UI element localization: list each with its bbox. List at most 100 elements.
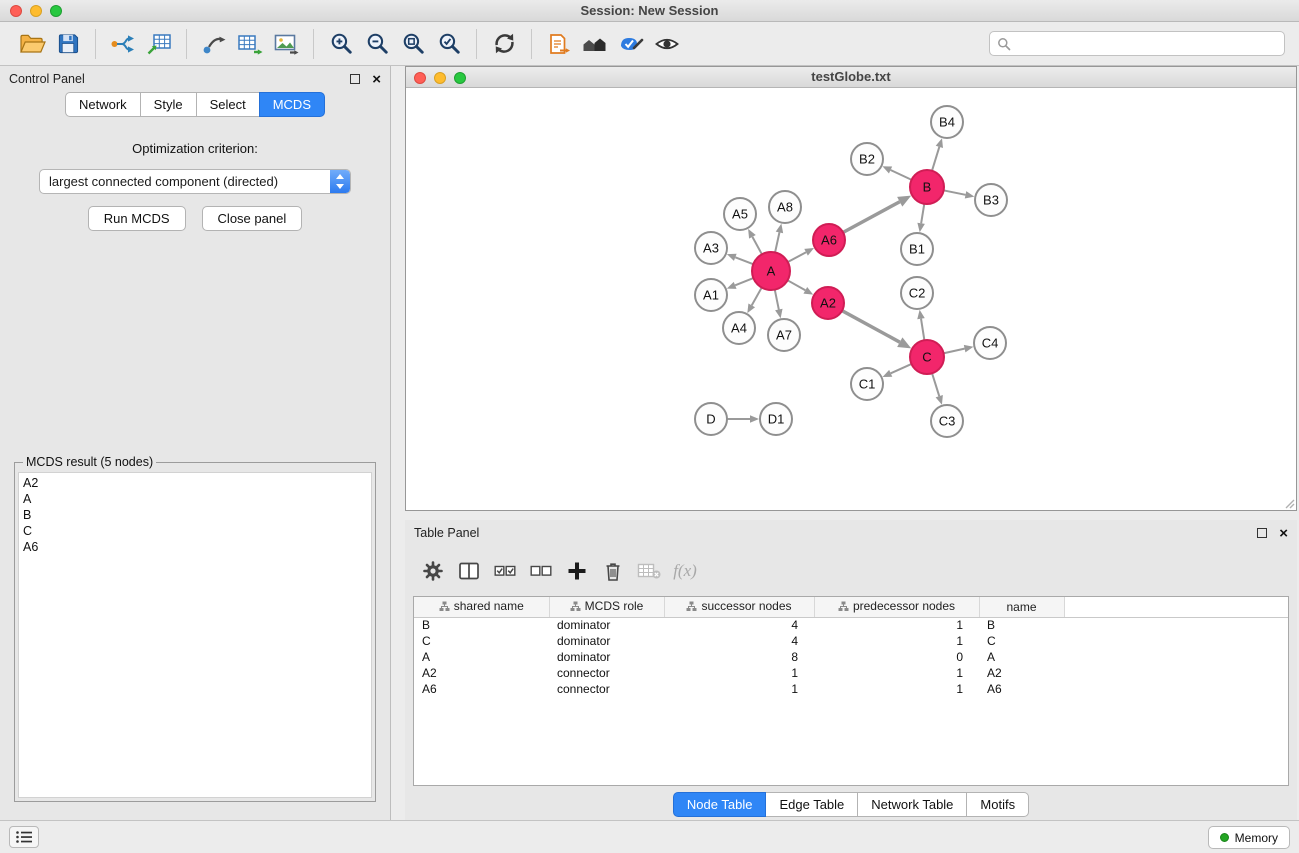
graph-node-A[interactable]: A bbox=[752, 252, 790, 290]
table-cell[interactable]: 8 bbox=[664, 649, 814, 665]
graph-edge[interactable] bbox=[921, 319, 925, 342]
column-header-predecessor-nodes[interactable]: predecessor nodes bbox=[814, 597, 979, 617]
column-header-successor-nodes[interactable]: successor nodes bbox=[664, 597, 814, 617]
graph-node-A3[interactable]: A3 bbox=[695, 232, 727, 264]
open-session-button[interactable] bbox=[14, 26, 50, 62]
refresh-button[interactable] bbox=[486, 26, 522, 62]
mcds-result-item[interactable]: A bbox=[23, 491, 371, 507]
column-header-mcds-role[interactable]: MCDS role bbox=[549, 597, 664, 617]
column-visibility-button[interactable] bbox=[453, 555, 485, 587]
import-table-button[interactable] bbox=[141, 26, 177, 62]
table-cell[interactable]: C bbox=[979, 633, 1064, 649]
status-menu-button[interactable] bbox=[9, 826, 39, 848]
graph-edge[interactable] bbox=[735, 278, 754, 286]
zoom-out-button[interactable] bbox=[359, 26, 395, 62]
table-cell[interactable]: 1 bbox=[664, 681, 814, 697]
criterion-select[interactable]: largest connected component (directed) bbox=[39, 169, 351, 194]
memory-button[interactable]: Memory bbox=[1208, 826, 1290, 849]
graph-edge[interactable] bbox=[932, 147, 940, 172]
table-cell[interactable]: A2 bbox=[979, 665, 1064, 681]
graph-node-A5[interactable]: A5 bbox=[724, 198, 756, 230]
tab-style[interactable]: Style bbox=[140, 92, 197, 117]
search-field[interactable] bbox=[989, 31, 1285, 56]
close-panel-icon[interactable]: × bbox=[372, 72, 381, 87]
graph-node-B1[interactable]: B1 bbox=[901, 233, 933, 265]
graph-node-A7[interactable]: A7 bbox=[768, 319, 800, 351]
table-cell[interactable]: connector bbox=[549, 681, 664, 697]
graph-node-C3[interactable]: C3 bbox=[931, 405, 963, 437]
graph-node-A4[interactable]: A4 bbox=[723, 312, 755, 344]
table-row[interactable]: A2connector11A2 bbox=[414, 665, 1288, 681]
table-cell[interactable]: C bbox=[414, 633, 549, 649]
network-graph[interactable]: B4B2BB3A5A8A6B1A3AC2A1A2A4A7CC4C1C3DD1 bbox=[406, 89, 1296, 510]
graph-edge[interactable] bbox=[752, 287, 762, 306]
table-cell[interactable]: dominator bbox=[549, 617, 664, 633]
table-cell[interactable]: A2 bbox=[414, 665, 549, 681]
graph-node-C1[interactable]: C1 bbox=[851, 368, 883, 400]
table-cell[interactable]: A bbox=[414, 649, 549, 665]
graph-edge[interactable] bbox=[921, 203, 924, 224]
table-cell[interactable]: 1 bbox=[814, 617, 979, 633]
table-cell[interactable]: A6 bbox=[979, 681, 1064, 697]
close-panel-icon[interactable]: × bbox=[1279, 526, 1288, 541]
table-row[interactable]: Bdominator41B bbox=[414, 617, 1288, 633]
graph-node-A8[interactable]: A8 bbox=[769, 191, 801, 223]
graph-node-B4[interactable]: B4 bbox=[931, 106, 963, 138]
table-cell[interactable]: dominator bbox=[549, 649, 664, 665]
deselect-all-button[interactable] bbox=[525, 555, 557, 587]
graph-node-C[interactable]: C bbox=[910, 340, 944, 374]
close-panel-button[interactable]: Close panel bbox=[202, 206, 303, 231]
zoom-in-button[interactable] bbox=[323, 26, 359, 62]
first-neighbors-button[interactable] bbox=[541, 26, 577, 62]
table-cell[interactable]: A6 bbox=[414, 681, 549, 697]
tab-node-table[interactable]: Node Table bbox=[673, 792, 767, 817]
search-input[interactable] bbox=[1016, 36, 1277, 51]
tab-edge-table[interactable]: Edge Table bbox=[765, 792, 858, 817]
table-cell[interactable]: 1 bbox=[814, 633, 979, 649]
graph-node-A6[interactable]: A6 bbox=[813, 224, 845, 256]
mcds-result-list[interactable]: A2ABCA6 bbox=[18, 472, 372, 798]
table-cell[interactable]: B bbox=[979, 617, 1064, 633]
graph-edge[interactable] bbox=[787, 280, 806, 290]
export-network-button[interactable] bbox=[196, 26, 232, 62]
show-hide-button[interactable] bbox=[649, 26, 685, 62]
graph-node-C4[interactable]: C4 bbox=[974, 327, 1006, 359]
table-cell[interactable]: 1 bbox=[814, 681, 979, 697]
table-cell[interactable]: A bbox=[979, 649, 1064, 665]
apply-style-button[interactable] bbox=[613, 26, 649, 62]
graph-edge[interactable] bbox=[752, 237, 762, 255]
graph-edge[interactable] bbox=[841, 310, 900, 342]
mcds-result-item[interactable]: A2 bbox=[23, 475, 371, 491]
tab-network-table[interactable]: Network Table bbox=[857, 792, 967, 817]
export-image-button[interactable] bbox=[268, 26, 304, 62]
table-row[interactable]: Cdominator41C bbox=[414, 633, 1288, 649]
graph-edge[interactable] bbox=[891, 364, 913, 374]
graph-node-B2[interactable]: B2 bbox=[851, 143, 883, 175]
table-cell[interactable]: 4 bbox=[664, 617, 814, 633]
add-row-button[interactable] bbox=[561, 555, 593, 587]
float-panel-icon[interactable] bbox=[350, 74, 360, 84]
zoom-fit-button[interactable] bbox=[395, 26, 431, 62]
graph-node-B[interactable]: B bbox=[910, 170, 944, 204]
table-settings-button[interactable] bbox=[417, 555, 449, 587]
column-header-shared-name[interactable]: shared name bbox=[414, 597, 549, 617]
save-session-button[interactable] bbox=[50, 26, 86, 62]
delete-table-button[interactable] bbox=[633, 555, 665, 587]
tab-motifs[interactable]: Motifs bbox=[966, 792, 1029, 817]
home-network-button[interactable] bbox=[577, 26, 613, 62]
table-cell[interactable]: connector bbox=[549, 665, 664, 681]
table-cell[interactable]: 1 bbox=[814, 665, 979, 681]
table-cell[interactable]: 4 bbox=[664, 633, 814, 649]
table-cell[interactable]: 1 bbox=[664, 665, 814, 681]
graph-edge[interactable] bbox=[932, 372, 939, 396]
table-cell[interactable]: 0 bbox=[814, 649, 979, 665]
function-builder-button[interactable]: f(x) bbox=[669, 555, 701, 587]
delete-row-button[interactable] bbox=[597, 555, 629, 587]
graph-edge[interactable] bbox=[943, 349, 965, 354]
zoom-selected-button[interactable] bbox=[431, 26, 467, 62]
table-cell[interactable]: B bbox=[414, 617, 549, 633]
network-canvas[interactable]: B4B2BB3A5A8A6B1A3AC2A1A2A4A7CC4C1C3DD1 bbox=[406, 89, 1296, 510]
graph-edge[interactable] bbox=[735, 257, 754, 264]
tab-select[interactable]: Select bbox=[196, 92, 260, 117]
table-cell[interactable]: dominator bbox=[549, 633, 664, 649]
